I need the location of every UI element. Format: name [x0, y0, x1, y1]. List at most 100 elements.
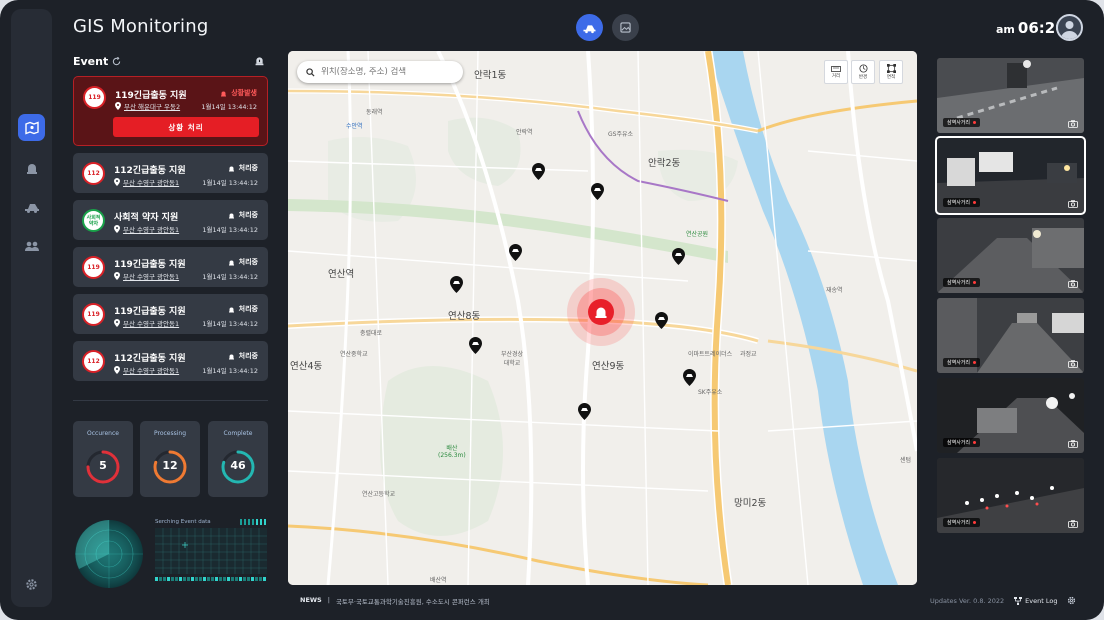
event-status: 처리중	[228, 304, 258, 314]
event-location-text: 부산 수영구 광안동1	[123, 273, 180, 281]
event-card[interactable]: 119 119긴급출동 지원 상황발생 부산 해운대구 우동2 1월14일 13…	[73, 76, 268, 146]
camera-icon[interactable]	[1068, 440, 1078, 448]
vehicle-icon	[24, 203, 39, 213]
camera-feed[interactable]: 삼역사거리	[935, 136, 1086, 215]
event-location[interactable]: 부산 수영구 광안동1	[114, 224, 179, 234]
gis-map[interactable]: 거리 반경 면적 연산8동 연산9동 연산4동 안락1동 안락2동 망미2동 연…	[288, 51, 917, 585]
camera-feed[interactable]: 삼역사거리	[937, 378, 1084, 453]
area-tool-button[interactable]: 면적	[879, 60, 903, 84]
event-card[interactable]: 112 112긴급출동 지원 처리중 부산 수영구 광안동1 1월14일 13:…	[73, 341, 268, 381]
avatar[interactable]	[1056, 14, 1083, 41]
radius-tool-button[interactable]: 반경	[851, 60, 875, 84]
event-status: 처리중	[228, 351, 258, 361]
event-card[interactable]: 119 119긴급출동 지원 처리중 부산 수영구 광안동1 1월14일 13:…	[73, 247, 268, 287]
news-ticker[interactable]: NEWS | 국토부·국토교통과학기술진흥원, 수소도시 콘퍼런스 개최	[300, 596, 490, 606]
event-location[interactable]: 부산 수영구 광안동1	[114, 177, 179, 187]
divider	[73, 400, 268, 401]
sidebar-item-vehicle[interactable]	[18, 193, 45, 220]
map-label-district: 연산역	[328, 269, 355, 280]
sidebar-rail	[11, 9, 52, 607]
gauge-complete: Complete 46	[208, 421, 268, 497]
search-icon	[306, 67, 315, 77]
event-time: 1월14일 13:44:12	[201, 103, 257, 111]
camera-icon[interactable]	[1068, 520, 1078, 528]
event-status: 상황발생	[220, 88, 257, 98]
cctv-pin-icon[interactable]	[469, 337, 482, 354]
sidebar-item-alarm[interactable]	[18, 154, 45, 181]
search-data-bars	[155, 577, 266, 581]
alarm-light-icon	[228, 166, 234, 171]
map-label-district: 안락2동	[648, 158, 681, 169]
event-card[interactable]: 112 112긴급출동 지원 처리중 부산 수영구 광안동1 1월14일 13:…	[73, 153, 268, 193]
logo-text: 119	[88, 94, 101, 101]
image-mode-button[interactable]	[612, 14, 639, 41]
event-location-text: 부산 수영구 광안동1	[123, 179, 180, 187]
cctv-pin-icon[interactable]	[655, 312, 668, 329]
event-title: 119긴급출동 지원	[115, 91, 187, 101]
gauge-label: Processing	[153, 430, 187, 437]
sidebar-item-map[interactable]	[18, 114, 45, 141]
event-location[interactable]: 부산 수영구 광안동1	[114, 365, 179, 375]
refresh-icon[interactable]	[112, 57, 121, 66]
emergency-119-logo: 119	[83, 86, 106, 109]
event-log-label: Event Log	[1025, 596, 1058, 605]
camera-feed[interactable]: 삼역사거리	[937, 58, 1084, 133]
event-panel-header: Event	[73, 55, 121, 68]
settings-button[interactable]	[18, 571, 45, 598]
radar-scope	[75, 520, 143, 588]
camera-feed[interactable]: 삼역사거리	[937, 218, 1084, 293]
event-log-button[interactable]: Event Log	[1014, 596, 1058, 605]
map-label-park: 연산공원	[686, 231, 709, 238]
gauge-label: Complete	[223, 430, 253, 437]
event-panel-title: Event	[73, 55, 109, 68]
camera-icon[interactable]	[1068, 360, 1078, 368]
camera-icon[interactable]	[1068, 120, 1078, 128]
camera-name: 삼역사거리	[947, 520, 971, 526]
recording-dot	[973, 361, 977, 364]
event-location[interactable]: 부산 수영구 광안동1	[114, 271, 179, 281]
alarm-light-icon[interactable]	[254, 55, 265, 66]
emergency-119-logo: 119	[82, 303, 105, 326]
map-label-school: 연산중학교	[340, 351, 368, 358]
event-time: 1월14일 13:44:12	[202, 320, 258, 328]
map-label-district: 연산9동	[592, 361, 625, 372]
event-location[interactable]: 부산 수영구 광안동1	[114, 318, 179, 328]
alarm-light-icon	[228, 213, 234, 218]
cctv-pin-icon[interactable]	[672, 248, 685, 265]
event-location[interactable]: 부산 해운대구 우동2	[115, 101, 180, 111]
map-mode-button[interactable]	[576, 14, 603, 41]
camera-feed[interactable]: 삼역사거리	[937, 298, 1084, 373]
map-label-district: 센텀	[900, 457, 912, 464]
camera-icon[interactable]	[1068, 200, 1078, 208]
gear-icon[interactable]	[1067, 596, 1076, 605]
image-icon	[620, 22, 631, 33]
event-status-label: 처리중	[238, 164, 258, 172]
cctv-pin-icon[interactable]	[683, 369, 696, 386]
camera-label: 삼역사거리	[943, 118, 981, 127]
recording-dot	[973, 121, 977, 124]
location-pin-icon	[114, 366, 120, 374]
distance-tool-button[interactable]: 거리	[824, 60, 848, 84]
map-label-district: 망미2동	[734, 498, 767, 509]
event-card[interactable]: 사회적 약자 사회적 약자 지원 처리중 부산 수영구 광안동1 1월14일 1…	[73, 200, 268, 240]
cctv-pin-icon[interactable]	[578, 403, 591, 420]
handle-situation-button[interactable]: 상황 처리	[113, 117, 259, 137]
event-location-text: 부산 해운대구 우동2	[124, 103, 181, 111]
camera-icon[interactable]	[1068, 280, 1078, 288]
emergency-112-logo: 112	[82, 350, 105, 373]
camera-label: 삼역사거리	[943, 278, 981, 287]
map-search-box[interactable]	[297, 61, 463, 83]
cctv-pin-icon[interactable]	[509, 244, 522, 261]
cctv-pin-icon[interactable]	[450, 276, 463, 293]
news-label: NEWS	[300, 596, 322, 604]
news-divider: |	[327, 596, 330, 604]
cctv-pin-icon[interactable]	[591, 183, 604, 200]
sidebar-item-users[interactable]	[18, 232, 45, 259]
cctv-pin-icon[interactable]	[532, 163, 545, 180]
event-status-label: 처리중	[238, 211, 258, 219]
event-card[interactable]: 119 119긴급출동 지원 처리중 부산 수영구 광안동1 1월14일 13:…	[73, 294, 268, 334]
active-alert-marker[interactable]	[567, 278, 635, 346]
camera-feed[interactable]: 삼역사거리	[937, 458, 1084, 533]
map-search-input[interactable]	[321, 67, 451, 77]
map-label-mountain: 배산 (256.3m)	[438, 445, 466, 459]
